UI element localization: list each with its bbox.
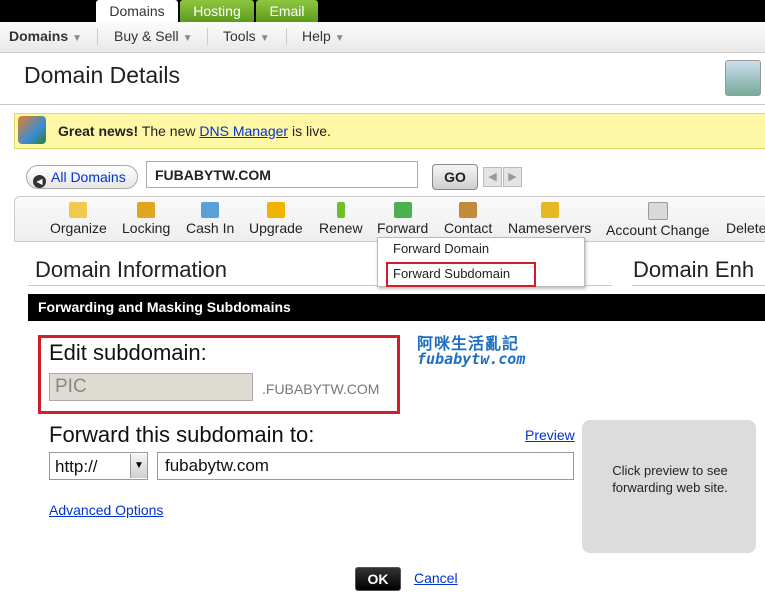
preview-hint: Click preview to see forwarding web site…	[612, 463, 728, 495]
news-text: The new	[138, 123, 200, 139]
toolbar-label: Upgrade	[249, 220, 303, 236]
menu-item-forward-domain[interactable]: Forward Domain	[393, 241, 489, 256]
menu-buy-sell-label: Buy & Sell	[114, 28, 179, 44]
dns-manager-link[interactable]: DNS Manager	[199, 123, 288, 139]
badge-icon	[266, 202, 285, 218]
toolbar-label: Cash In	[186, 220, 235, 236]
news-text: is live.	[288, 123, 331, 139]
protocol-value: http://	[55, 457, 98, 476]
menu-item-forward-subdomain[interactable]: Forward Subdomain	[393, 266, 510, 281]
domain-enhancements-heading: Domain Enh	[633, 257, 755, 282]
edit-subdomain-label: Edit subdomain:	[49, 340, 207, 365]
toolbar-nameservers[interactable]: Nameservers	[508, 202, 591, 236]
menu-help[interactable]: Help ▼	[302, 28, 345, 44]
cancel-link[interactable]: Cancel	[414, 570, 458, 586]
news-message: Great news! The new DNS Manager is live.	[58, 123, 331, 139]
tab-domains[interactable]: Domains	[96, 0, 178, 22]
forward-to-label: Forward this subdomain to:	[49, 422, 315, 447]
back-arrow-icon: ◀	[33, 175, 46, 188]
previous-arrow-icon[interactable]: ◀	[483, 167, 502, 187]
menu-buy-sell[interactable]: Buy & Sell ▼	[114, 28, 193, 44]
next-arrow-icon[interactable]: ▶	[503, 167, 522, 187]
menu-domains-label: Domains	[9, 28, 69, 44]
exclamation-icon	[336, 202, 345, 218]
header-divider	[0, 104, 765, 105]
domain-suffix: .FUBABYTW.COM	[262, 381, 380, 397]
toolbar-label: Renew	[319, 220, 363, 236]
go-button[interactable]: GO	[432, 164, 478, 190]
advanced-options-link[interactable]: Advanced Options	[49, 502, 163, 518]
delete-icon	[737, 202, 755, 218]
cash-icon	[201, 202, 220, 218]
chevron-down-icon: ▼	[72, 33, 83, 44]
toolbar-renew[interactable]: Renew	[319, 202, 363, 236]
toolbar-contact[interactable]: Contact	[444, 202, 492, 236]
menu-divider	[97, 28, 98, 45]
menu-domains[interactable]: Domains ▼	[9, 28, 82, 44]
chevron-down-icon: ▼	[259, 33, 270, 44]
menu-tools[interactable]: Tools ▼	[223, 28, 270, 44]
toolbar-delete[interactable]: Delete	[726, 202, 765, 236]
menu-help-label: Help	[302, 28, 331, 44]
tab-email[interactable]: Email	[256, 0, 318, 22]
toolbar-locking[interactable]: Locking	[122, 202, 170, 236]
all-domains-button[interactable]: ◀ All Domains	[26, 165, 138, 189]
panel-title: Forwarding and Masking Subdomains	[38, 299, 291, 315]
pencil-icon	[647, 202, 668, 220]
subdomain-input[interactable]: PIC	[49, 373, 253, 401]
toolbar-upgrade[interactable]: Upgrade	[249, 202, 303, 236]
announcement-icon	[18, 116, 46, 144]
domain-information-heading: Domain Information	[35, 257, 227, 282]
toolbar-label: Locking	[122, 220, 171, 236]
folder-icon	[69, 202, 88, 218]
chevron-down-icon[interactable]: ▼	[130, 454, 147, 478]
ok-button[interactable]: OK	[355, 567, 401, 591]
preview-link[interactable]: Preview	[525, 427, 575, 443]
news-headline: Great news!	[58, 123, 139, 139]
globe-icon[interactable]	[725, 60, 761, 96]
tab-hosting[interactable]: Hosting	[180, 0, 254, 22]
toolbar-label: Account Change	[606, 222, 710, 238]
toolbar-organize[interactable]: Organize	[50, 202, 107, 236]
toolbar-cash-in[interactable]: Cash In	[186, 202, 234, 236]
chevron-down-icon: ▼	[182, 33, 193, 44]
chevron-down-icon: ▼	[334, 33, 345, 44]
toolbar-label: Contact	[444, 220, 493, 236]
section-divider	[632, 285, 765, 286]
forward-arrow-icon	[393, 202, 412, 218]
toolbar-label: Nameservers	[508, 220, 592, 236]
forward-target-input[interactable]: fubabytw.com	[157, 452, 574, 480]
menu-tools-label: Tools	[223, 28, 256, 44]
page-title: Domain Details	[24, 62, 180, 88]
toolbar-label: Delete	[726, 220, 765, 236]
toolbar-forward[interactable]: Forward	[377, 202, 428, 236]
toolbar-label: Organize	[50, 220, 107, 236]
toolbar-account-change[interactable]: Account Change	[606, 202, 710, 238]
toolbar-label: Forward	[377, 220, 429, 236]
watermark-url: fubabytw.com	[417, 350, 526, 368]
person-icon	[459, 202, 478, 218]
menu-divider	[286, 28, 287, 45]
all-domains-label: All Domains	[51, 169, 126, 185]
database-icon	[540, 202, 559, 218]
domain-search-input[interactable]: FUBABYTW.COM	[146, 161, 418, 188]
lock-icon	[137, 202, 156, 218]
menu-divider	[207, 28, 208, 45]
